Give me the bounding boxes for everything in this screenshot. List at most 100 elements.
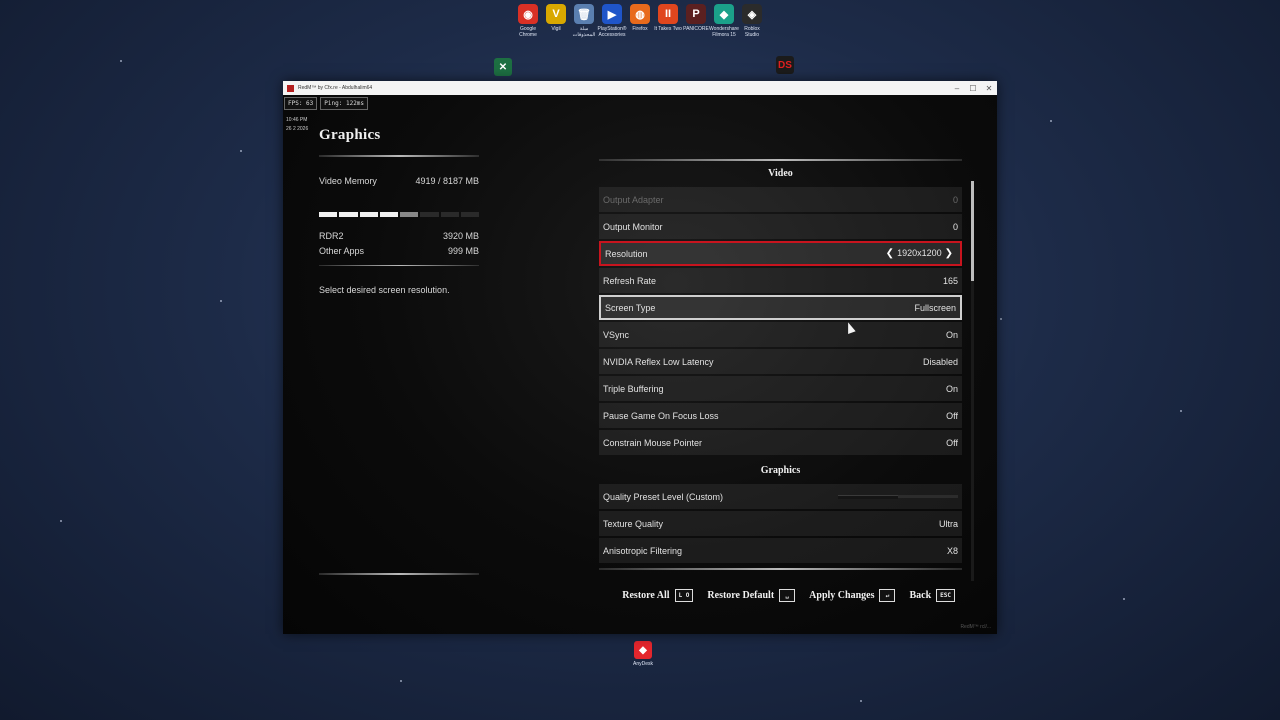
- vigil-icon: V: [546, 4, 566, 24]
- panicore-icon: P: [686, 4, 706, 24]
- other-apps-label: Other Apps: [319, 246, 365, 256]
- desktop-icon-strip: ◉ Google Chrome V Vigil 🗑 سلة المحذوفات ▶ PlayS…: [516, 4, 764, 38]
- setting-row-screen-type[interactable]: Screen Type Fullscreen: [599, 295, 962, 320]
- restore-all-button[interactable]: Restore All L O: [622, 589, 694, 602]
- excel-icon: ✕: [494, 58, 512, 76]
- minimize-button[interactable]: –: [949, 84, 965, 93]
- setting-row-constrain-mouse-pointer[interactable]: Constrain Mouse Pointer Off: [599, 430, 962, 455]
- setting-value-group: 0: [953, 222, 958, 232]
- memory-bar-segment: [339, 212, 358, 217]
- setting-row-pause-game-on-focus-loss[interactable]: Pause Game On Focus Loss Off: [599, 403, 962, 428]
- desktop-shortcut[interactable]: P PANICORE: [683, 4, 709, 38]
- setting-row-nvidia-reflex-low-latency[interactable]: NVIDIA Reflex Low Latency Disabled: [599, 349, 962, 374]
- setting-label: Constrain Mouse Pointer: [603, 437, 703, 448]
- setting-label: Refresh Rate: [603, 275, 657, 286]
- desktop-shortcut[interactable]: II It Takes Two: [654, 4, 682, 38]
- video-memory-row: Video Memory 4919 / 8187 MB: [319, 176, 479, 186]
- game-window: RedM™ by Cfx.re - Abdulhalim64 – ☐ ✕ FPS…: [283, 81, 997, 634]
- setting-label: VSync: [603, 329, 630, 340]
- video-settings-list: Output Adapter 0 Output Monitor 0 Resolution…: [599, 187, 962, 455]
- setting-label: Output Adapter: [603, 194, 664, 205]
- quality-preset-row[interactable]: Quality Preset Level (Custom): [599, 484, 962, 509]
- memory-bar-segment: [379, 212, 398, 217]
- other-apps-memory-row: Other Apps 999 MB: [319, 246, 479, 256]
- maximize-button[interactable]: ☐: [965, 84, 981, 93]
- recycle-bin-icon: 🗑: [574, 4, 594, 24]
- desktop-shortcut[interactable]: 🗑 سلة المحذوفات: [572, 4, 596, 38]
- setting-value: Off: [946, 410, 958, 421]
- settings-scrollbar-thumb[interactable]: [971, 181, 974, 281]
- anydesk-shortcut[interactable]: ◆ AnyDesk: [633, 641, 653, 667]
- quality-preset-slider-fill: [838, 495, 898, 499]
- desktop-shortcut[interactable]: ◉ Google Chrome: [516, 4, 540, 38]
- window-titlebar[interactable]: RedM™ by Cfx.re - Abdulhalim64 – ☐ ✕: [283, 81, 997, 95]
- setting-value: Off: [946, 437, 958, 448]
- setting-label: Anisotropic Filtering: [603, 545, 683, 556]
- desktop-shortcut-label: Firefox: [632, 26, 648, 32]
- setting-value-group: Disabled: [923, 357, 958, 367]
- memory-bar-segment: [420, 212, 439, 217]
- left-top-divider: [319, 155, 479, 157]
- desktop-shortcut[interactable]: ◆ Wondershare Filmora 15: [709, 4, 739, 38]
- desktop-shortcut[interactable]: ▶ PlayStation® Accessories: [598, 4, 626, 38]
- ds-shortcut[interactable]: DS: [776, 56, 794, 74]
- hud-date: 26 2 2026: [286, 126, 309, 132]
- window-title: RedM™ by Cfx.re - Abdulhalim64: [298, 85, 373, 91]
- hud-stats: FPS: 63 Ping: 122ms: [284, 97, 369, 110]
- setting-value: On: [945, 383, 958, 394]
- memory-bar-segment: [359, 212, 378, 217]
- desktop-shortcut-label: Wondershare Filmora 15: [709, 26, 739, 38]
- setting-label: Triple Buffering: [603, 383, 664, 394]
- back-button[interactable]: Back ESC: [909, 589, 955, 602]
- setting-value-group: Off: [946, 438, 958, 448]
- setting-row-output-adapter[interactable]: Output Adapter 0: [599, 187, 962, 212]
- firefox-icon: ◍: [630, 4, 650, 24]
- panel-bottom-divider: [599, 568, 962, 570]
- setting-value: 165: [942, 275, 958, 286]
- setting-row-texture-quality[interactable]: Texture Quality Ultra: [599, 511, 962, 536]
- hud-clock: 10:46 PM 26 2 2026: [286, 116, 308, 134]
- chevron-right-icon[interactable]: ❯: [945, 248, 953, 259]
- close-button[interactable]: ✕: [981, 84, 997, 93]
- desktop-shortcut[interactable]: ◍ Firefox: [628, 4, 652, 38]
- setting-value: 1920x1200: [897, 248, 942, 258]
- setting-row-triple-buffering[interactable]: Triple Buffering On: [599, 376, 962, 401]
- excel-shortcut[interactable]: ✕: [494, 58, 512, 76]
- rdr2-label: RDR2: [319, 231, 344, 241]
- setting-row-output-monitor[interactable]: Output Monitor 0: [599, 214, 962, 239]
- setting-row-refresh-rate[interactable]: Refresh Rate 165: [599, 268, 962, 293]
- ping-counter: Ping: 122ms: [320, 97, 369, 110]
- setting-label: Pause Game On Focus Loss: [603, 410, 719, 421]
- restore-default-button[interactable]: Restore Default ␣: [707, 589, 796, 602]
- apply-changes-key: ↵: [879, 589, 896, 602]
- apply-changes-button[interactable]: Apply Changes ↵: [809, 589, 896, 602]
- settings-scrollbar[interactable]: [971, 181, 974, 581]
- memory-bar-segment: [400, 212, 419, 217]
- back-key: ESC: [936, 589, 955, 602]
- setting-row-anisotropic-filtering[interactable]: Anisotropic Filtering X8: [599, 538, 962, 563]
- filmora-icon: ◆: [714, 4, 734, 24]
- apply-changes-label: Apply Changes: [809, 590, 875, 601]
- memory-bar-segment: [460, 212, 479, 217]
- setting-row-resolution[interactable]: Resolution ❮ 1920x1200 ❯: [599, 241, 962, 266]
- setting-value-group: Fullscreen: [914, 303, 956, 313]
- desktop-shortcut[interactable]: ◈ Roblox Studio: [740, 4, 764, 38]
- quality-preset-slider[interactable]: [838, 495, 958, 499]
- restore-default-label: Restore Default: [707, 590, 775, 601]
- anydesk-label: AnyDesk: [633, 661, 654, 667]
- memory-bar-segment: [440, 212, 459, 217]
- back-label: Back: [909, 590, 932, 601]
- desktop-shortcut[interactable]: V Vigil: [544, 4, 568, 38]
- other-apps-value: 999 MB: [447, 246, 479, 256]
- setting-description: Select desired screen resolution.: [319, 285, 450, 295]
- chevron-left-icon[interactable]: ❮: [886, 248, 894, 259]
- setting-label: Screen Type: [605, 302, 656, 313]
- left-mid-divider: [319, 265, 479, 266]
- fps-counter: FPS: 63: [284, 97, 318, 110]
- watermark: RedM™ rcl/...: [960, 624, 991, 630]
- memory-bar-segment: [319, 212, 338, 217]
- setting-label: Texture Quality: [603, 518, 664, 529]
- desktop-shortcut-label: Google Chrome: [519, 26, 537, 38]
- settings-panel: Video Output Adapter 0 Output Monitor 0 Reso…: [599, 160, 962, 565]
- setting-row-vsync[interactable]: VSync On: [599, 322, 962, 347]
